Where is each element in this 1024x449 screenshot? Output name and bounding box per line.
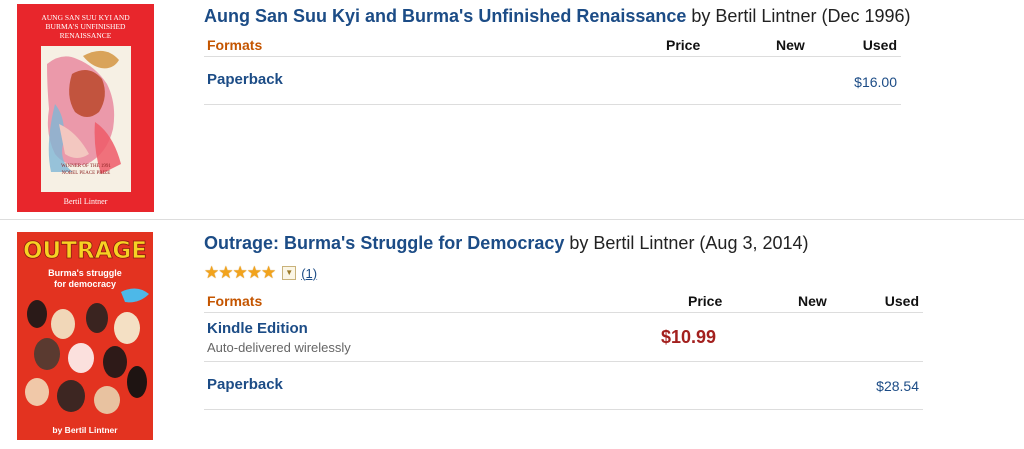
cover-award-line: NOBEL PEACE PRIZE [62, 171, 111, 176]
cover-subtitle-line: for democracy [54, 279, 116, 289]
formats-table-header: Formats Price New Used [204, 32, 901, 57]
search-result-2: OUTRAGE Burma's struggle for democracy b… [0, 220, 1024, 449]
review-count-link[interactable]: (1) [301, 266, 317, 281]
format-row-paperback: Paperback $16.00 [204, 57, 901, 105]
new-column-header: New [776, 37, 805, 53]
formats-table: Formats Price New Used Paperback $16.00 [204, 32, 901, 105]
book-cover-art: AUNG SAN SUU KYI AND BURMA'S UNFINISHED … [17, 4, 154, 212]
formats-table-header: Formats Price New Used [204, 288, 923, 313]
book-title-link[interactable]: Outrage: Burma's Struggle for Democracy [204, 233, 564, 253]
cover-author: Bertil Lintner [64, 197, 108, 206]
price-column-header: Price [666, 37, 701, 53]
kindle-price[interactable]: $10.99 [661, 327, 716, 348]
book-byline: by Bertil Lintner (Aug 3, 2014) [564, 233, 809, 253]
cover-award-line: WINNER OF THE 1991 [61, 164, 111, 169]
cover-title-line: BURMA'S UNFINISHED [46, 22, 126, 31]
customer-rating: ★★★★★ ▼ (1) [204, 263, 317, 283]
formats-column-header: Formats [207, 37, 263, 53]
cover-title-line: AUNG SAN SUU KYI AND [41, 13, 130, 22]
cover-title: OUTRAGE [23, 238, 147, 264]
used-column-header: Used [862, 37, 897, 53]
formats-column-header: Formats [207, 293, 263, 309]
book-title-link[interactable]: Aung San Suu Kyi and Burma's Unfinished … [204, 6, 686, 26]
book-cover-image[interactable]: OUTRAGE Burma's struggle for democracy b… [17, 232, 153, 440]
search-result-1: AUNG SAN SUU KYI AND BURMA'S UNFINISHED … [0, 0, 1024, 220]
book-byline: by Bertil Lintner (Dec 1996) [686, 6, 911, 26]
format-link-paperback[interactable]: Paperback [207, 376, 283, 393]
chevron-down-icon[interactable]: ▼ [282, 266, 297, 280]
result-title-line: Outrage: Burma's Struggle for Democracy … [204, 233, 809, 254]
new-column-header: New [798, 293, 827, 309]
used-price-link[interactable]: $16.00 [854, 74, 897, 90]
format-link-paperback[interactable]: Paperback [207, 71, 283, 88]
book-cover-image[interactable]: AUNG SAN SUU KYI AND BURMA'S UNFINISHED … [17, 4, 154, 212]
price-column-header: Price [688, 293, 723, 309]
cover-subtitle-line: Burma's struggle [48, 268, 122, 278]
cover-author: by Bertil Lintner [52, 425, 118, 435]
format-row-paperback: Paperback $28.54 [204, 362, 923, 410]
result-title-line: Aung San Suu Kyi and Burma's Unfinished … [204, 6, 911, 27]
formats-table: Formats Price New Used Kindle Edition Au… [204, 288, 923, 410]
star-rating-icon[interactable]: ★★★★★ [204, 263, 276, 283]
format-row-kindle: Kindle Edition Auto-delivered wirelessly… [204, 313, 923, 362]
format-link-kindle[interactable]: Kindle Edition [207, 320, 308, 337]
format-subtext: Auto-delivered wirelessly [207, 340, 351, 355]
cover-title-line: RENAISSANCE [60, 31, 112, 40]
used-column-header: Used [884, 293, 919, 309]
book-cover-art: OUTRAGE Burma's struggle for democracy b… [17, 232, 153, 440]
used-price-link[interactable]: $28.54 [876, 378, 919, 394]
